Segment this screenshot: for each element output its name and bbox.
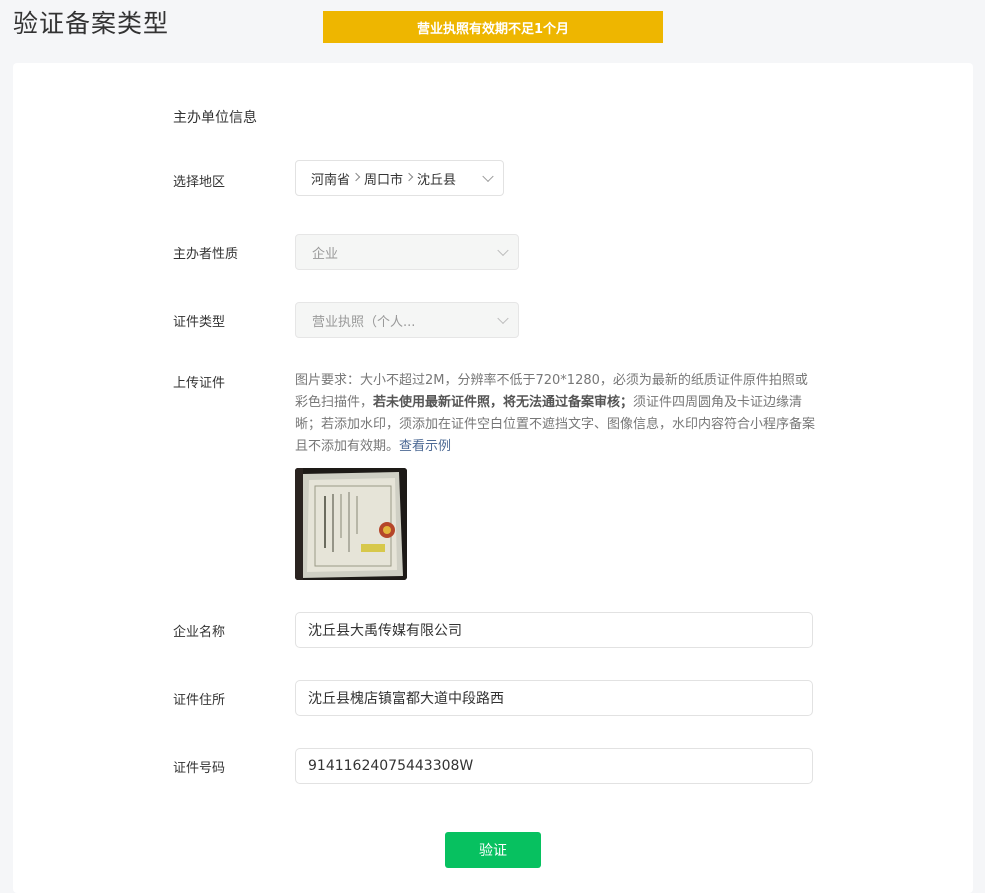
certificate-type-select[interactable]: 营业执照（个人... — [295, 302, 519, 338]
upload-label: 上传证件 — [173, 376, 226, 391]
chevron-right-icon — [351, 172, 361, 182]
expiry-warning-banner: 营业执照有效期不足1个月 — [323, 11, 663, 43]
license-photo-icon — [295, 468, 407, 580]
city-value: 周口市 — [364, 172, 404, 188]
chevron-down-icon — [482, 170, 494, 183]
chevron-right-icon — [404, 172, 414, 182]
organizer-type-label: 主办者性质 — [173, 247, 239, 262]
address-label: 证件住所 — [173, 693, 226, 708]
company-name-label: 企业名称 — [173, 625, 226, 640]
region-label: 选择地区 — [173, 175, 226, 190]
chevron-down-icon — [497, 312, 509, 325]
cert-number-label: 证件号码 — [173, 761, 226, 776]
upload-desc-warning: 若未使用最新证件照，将无法通过备案审核； — [373, 395, 634, 410]
certificate-type-value: 营业执照（个人... — [312, 314, 416, 330]
province-value: 河南省 — [311, 172, 351, 188]
verify-button[interactable]: 验证 — [445, 832, 541, 868]
upload-requirements: 图片要求：大小不超过2M，分辨率不低于720*1280，必须为最新的纸质证件原件… — [295, 370, 820, 458]
section-title: 主办单位信息 — [173, 110, 257, 126]
certificate-type-label: 证件类型 — [173, 315, 226, 330]
cert-number-input[interactable]: 91411624075443308W — [295, 748, 813, 784]
county-value: 沈丘县 — [417, 172, 457, 188]
region-select[interactable]: 河南省 周口市 沈丘县 — [295, 160, 504, 196]
page-title: 验证备案类型 — [13, 9, 170, 38]
chevron-down-icon — [497, 244, 509, 257]
organizer-type-select[interactable]: 企业 — [295, 234, 519, 270]
view-example-link[interactable]: 查看示例 — [399, 439, 451, 454]
organizer-type-value: 企业 — [312, 246, 339, 262]
uploaded-license-thumbnail[interactable] — [295, 468, 407, 580]
address-input[interactable]: 沈丘县槐店镇富都大道中段路西 — [295, 680, 813, 716]
company-name-input[interactable]: 沈丘县大禹传媒有限公司 — [295, 612, 813, 648]
